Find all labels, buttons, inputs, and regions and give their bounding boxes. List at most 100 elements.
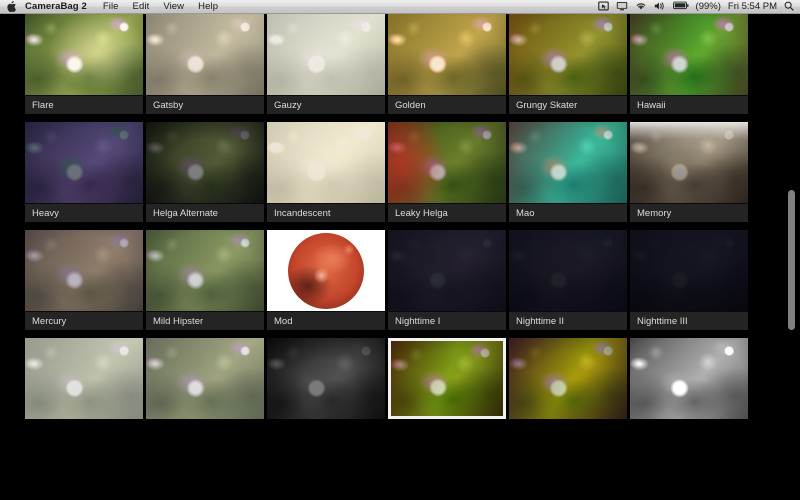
filter-card[interactable]: Leaky Helga xyxy=(388,122,506,222)
filter-name-label: Gauzy xyxy=(267,95,385,114)
scrollbar-thumb[interactable] xyxy=(788,190,795,330)
filter-thumbnail[interactable] xyxy=(509,122,627,203)
filter-thumbnail[interactable] xyxy=(25,122,143,203)
filter-card[interactable]: Mod xyxy=(267,230,385,330)
filter-thumbnail[interactable] xyxy=(146,14,264,95)
filter-card[interactable] xyxy=(630,338,748,419)
menu-app-name[interactable]: CameraBag 2 xyxy=(25,0,96,14)
filter-thumbnail[interactable] xyxy=(630,14,748,95)
filter-card[interactable]: Mao xyxy=(509,122,627,222)
search-icon[interactable] xyxy=(784,1,794,13)
menu-bar-status-area: (99%) Fri 5:54 PM xyxy=(597,0,800,14)
filter-card[interactable] xyxy=(25,338,143,419)
filter-card[interactable]: Nighttime III xyxy=(630,230,748,330)
filter-thumbnail[interactable] xyxy=(509,230,627,311)
battery-icon[interactable] xyxy=(672,1,689,12)
filter-preview-image xyxy=(25,230,143,311)
menu-item-view[interactable]: View xyxy=(156,0,191,14)
menu-item-file[interactable]: File xyxy=(96,0,126,14)
filter-name-label: Memory xyxy=(630,203,748,222)
filter-thumbnail[interactable] xyxy=(267,230,385,311)
filter-thumbnail[interactable] xyxy=(267,338,385,419)
filter-card[interactable] xyxy=(509,338,627,419)
filter-preview-image xyxy=(267,338,385,419)
filter-card[interactable]: Flare xyxy=(25,14,143,114)
filter-card[interactable] xyxy=(146,338,264,419)
filter-preview-image xyxy=(267,122,385,203)
filter-card[interactable]: Mercury xyxy=(25,230,143,330)
filter-name-label: Mercury xyxy=(25,311,143,330)
filter-card[interactable]: Helga Alternate xyxy=(146,122,264,222)
filter-preview-image xyxy=(146,122,264,203)
filter-name-label: Heavy xyxy=(25,203,143,222)
filter-thumbnail[interactable] xyxy=(509,14,627,95)
vertical-scrollbar[interactable] xyxy=(785,14,798,500)
filter-thumbnail[interactable] xyxy=(388,122,506,203)
filter-preview-image xyxy=(267,14,385,95)
filter-name-label: Mild Hipster xyxy=(146,311,264,330)
filter-name-label: Flare xyxy=(25,95,143,114)
filter-name-label: Hawaii xyxy=(630,95,748,114)
filter-preview-image xyxy=(630,122,748,203)
filter-card[interactable] xyxy=(267,338,385,419)
filter-card[interactable]: Nighttime II xyxy=(509,230,627,330)
filter-thumbnail[interactable] xyxy=(388,14,506,95)
filter-thumbnail[interactable] xyxy=(509,338,627,419)
filter-name-label: Golden xyxy=(388,95,506,114)
wifi-icon[interactable] xyxy=(635,1,647,13)
menu-item-help[interactable]: Help xyxy=(191,0,225,14)
filter-preview-image xyxy=(388,14,506,95)
filter-preview-image xyxy=(509,338,627,419)
filter-card[interactable]: Mild Hipster xyxy=(146,230,264,330)
filter-preview-image xyxy=(25,338,143,419)
filter-preview-image xyxy=(146,230,264,311)
volume-icon[interactable] xyxy=(654,1,666,13)
filter-thumbnail[interactable] xyxy=(267,14,385,95)
filter-thumbnail[interactable] xyxy=(25,338,143,419)
filter-preview-image xyxy=(509,122,627,203)
filter-preview-image xyxy=(388,122,506,203)
filter-card[interactable]: Memory xyxy=(630,122,748,222)
apple-logo-icon[interactable] xyxy=(7,1,17,13)
filter-thumbnail[interactable] xyxy=(146,230,264,311)
mod-vignette-circle xyxy=(288,232,364,309)
filter-thumbnail[interactable] xyxy=(267,122,385,203)
filter-name-label: Grungy Skater xyxy=(509,95,627,114)
filter-name-label: Leaky Helga xyxy=(388,203,506,222)
filter-card[interactable]: Heavy xyxy=(25,122,143,222)
filter-card[interactable]: Gauzy xyxy=(267,14,385,114)
filter-thumbnail[interactable] xyxy=(146,338,264,419)
display-icon[interactable] xyxy=(616,1,628,13)
menu-bar-left: CameraBag 2 File Edit View Help xyxy=(0,0,225,14)
filter-card[interactable]: Nighttime I xyxy=(388,230,506,330)
filter-preview-image xyxy=(509,230,627,311)
filter-thumbnail[interactable] xyxy=(388,338,506,419)
menu-item-edit[interactable]: Edit xyxy=(126,0,157,14)
filter-card[interactable]: Grungy Skater xyxy=(509,14,627,114)
filter-card[interactable]: Incandescent xyxy=(267,122,385,222)
screen-sharing-icon[interactable] xyxy=(597,1,609,13)
filter-preview-image xyxy=(388,230,506,311)
filter-card[interactable]: Hawaii xyxy=(630,14,748,114)
camerabag-window: Flare Gatsby Gauzy Golden Grungy Skater Hawai… xyxy=(0,14,800,500)
filter-preview-image xyxy=(25,122,143,203)
filter-thumbnail[interactable] xyxy=(630,230,748,311)
filter-preview-image xyxy=(146,338,264,419)
filter-card[interactable]: Golden xyxy=(388,14,506,114)
filter-preview-image xyxy=(146,14,264,95)
filter-thumbnail[interactable] xyxy=(25,14,143,95)
filter-preset-grid: Flare Gatsby Gauzy Golden Grungy Skater Hawai… xyxy=(25,14,770,427)
filter-thumbnail[interactable] xyxy=(25,230,143,311)
clock-label[interactable]: Fri 5:54 PM xyxy=(728,0,777,14)
filter-preview-image xyxy=(509,14,627,95)
filter-card[interactable]: Gatsby xyxy=(146,14,264,114)
filter-thumbnail[interactable] xyxy=(630,122,748,203)
filter-thumbnail[interactable] xyxy=(388,230,506,311)
filter-thumbnail[interactable] xyxy=(630,338,748,419)
filter-name-label: Helga Alternate xyxy=(146,203,264,222)
filter-preview-image xyxy=(630,338,748,419)
filter-thumbnail[interactable] xyxy=(146,122,264,203)
filter-name-label: Nighttime III xyxy=(630,311,748,330)
filter-card[interactable] xyxy=(388,338,506,419)
filter-preview-image xyxy=(630,14,748,95)
